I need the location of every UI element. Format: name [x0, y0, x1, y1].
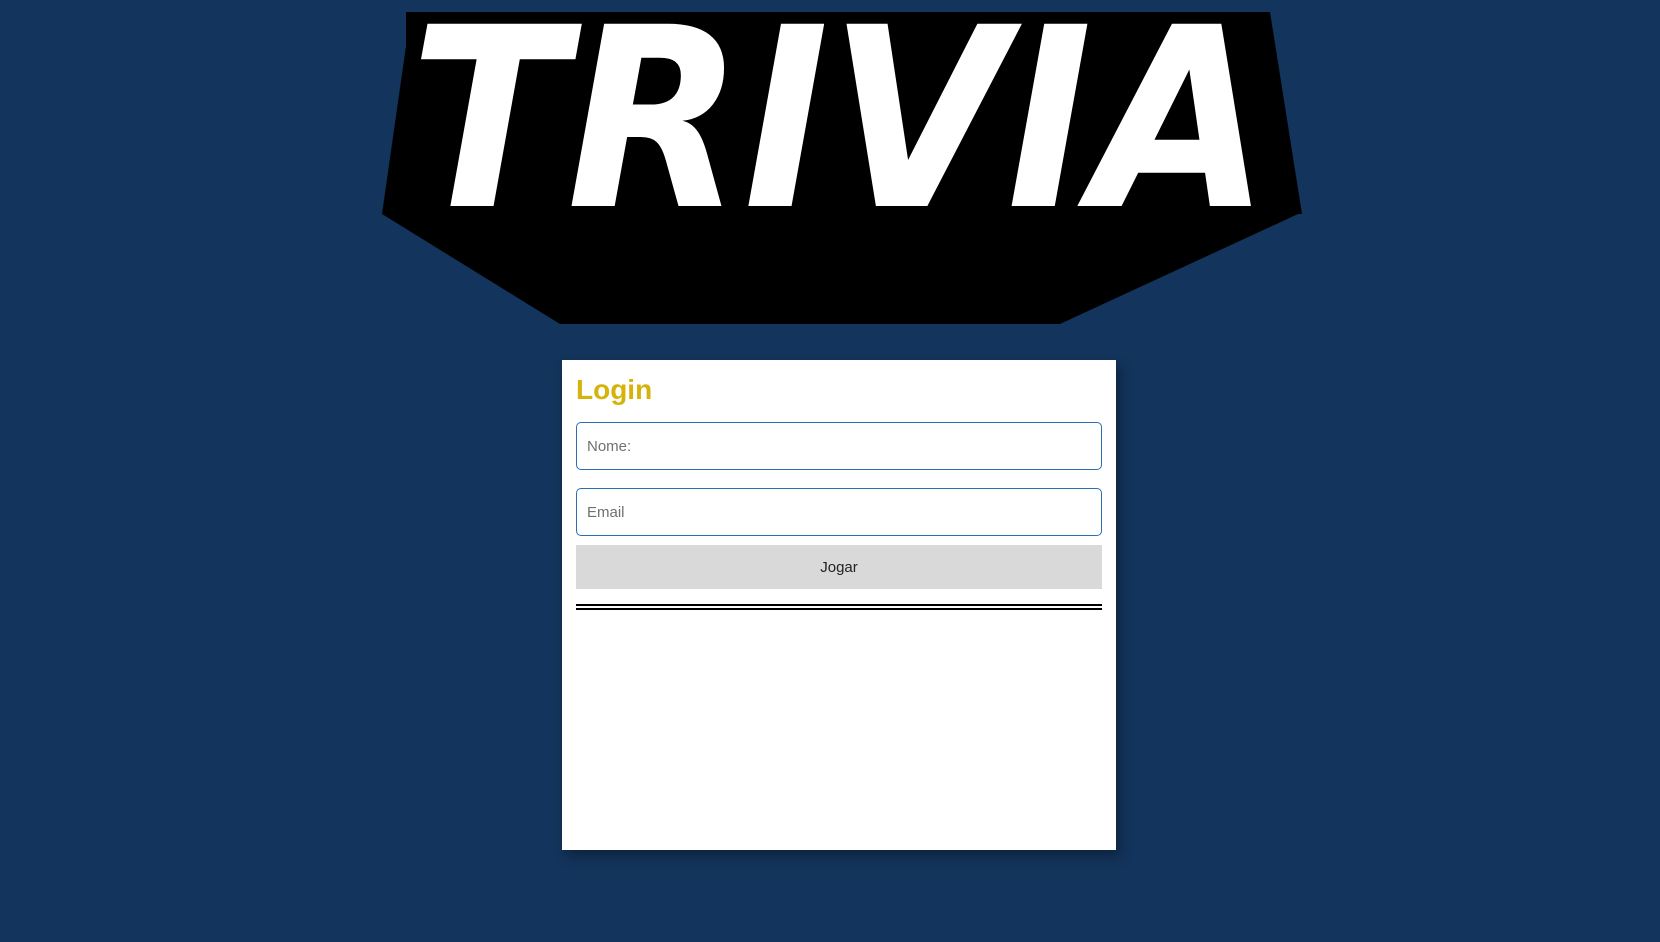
login-card: Login Jogar: [562, 360, 1116, 850]
trivia-logo: TRIVIA: [370, 6, 1310, 326]
login-title: Login: [576, 374, 653, 405]
divider: [576, 604, 1102, 610]
play-button[interactable]: Jogar: [576, 545, 1102, 589]
email-input[interactable]: [576, 488, 1102, 536]
logo-text: TRIVIA: [410, 6, 1270, 265]
name-input[interactable]: [576, 422, 1102, 470]
page: TRIVIA Login Jogar: [0, 0, 1660, 942]
